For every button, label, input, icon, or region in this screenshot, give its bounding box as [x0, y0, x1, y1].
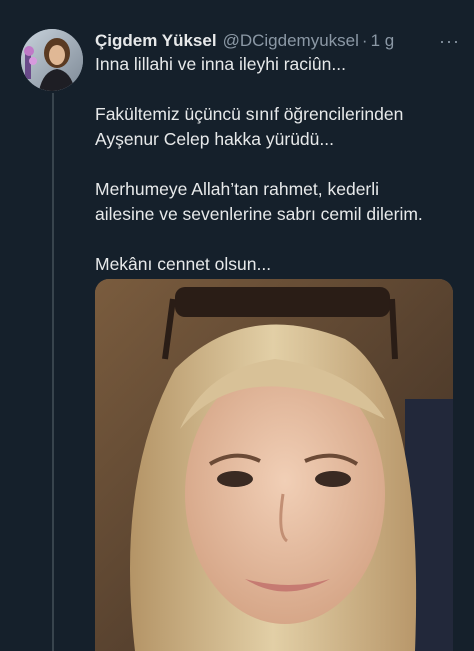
thread-line — [52, 93, 54, 651]
tweet-photo[interactable] — [95, 279, 453, 651]
tweet-paragraph: Mekânı cennet olsun... — [95, 254, 272, 274]
more-icon[interactable]: ··· — [439, 31, 464, 52]
avatar[interactable] — [21, 29, 83, 91]
author-name[interactable]: Çigdem Yüksel — [95, 31, 217, 51]
tweet-text: Inna lillahi ve inna ileyhi raciûn... Fa… — [95, 52, 465, 302]
header-separator: · — [361, 31, 368, 50]
tweet-paragraph: Inna lillahi ve inna ileyhi raciûn... — [95, 54, 346, 74]
tweet-paragraph: Fakültemiz üçüncü sınıf öğrencilerinden … — [95, 104, 404, 149]
tweet-header: Çigdem Yüksel @DCigdemyuksel · 1 g ··· — [95, 29, 464, 53]
tweet-paragraph: Merhumeye Allah’tan rahmet, kederli aile… — [95, 179, 423, 224]
avatar-photo — [21, 29, 83, 91]
portrait-image — [95, 279, 453, 651]
author-handle[interactable]: @DCigdemyuksel — [223, 31, 359, 51]
tweet-time[interactable]: 1 g — [371, 31, 395, 51]
